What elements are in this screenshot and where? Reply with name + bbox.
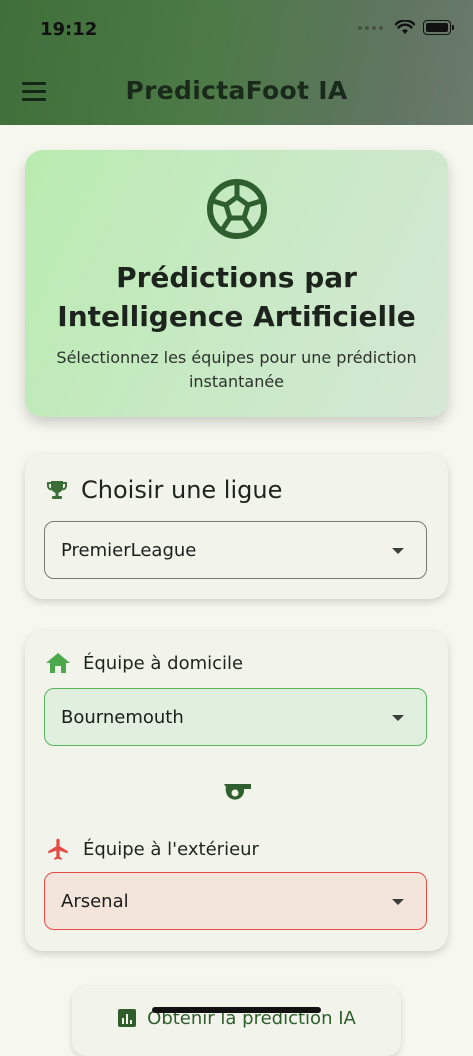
chevron-down-icon: [392, 715, 404, 721]
hero-card: Prédictions par Intelligence Artificiell…: [25, 150, 448, 417]
away-team-selected-value: Arsenal: [61, 890, 129, 912]
away-team-header: Équipe à l'extérieur: [45, 836, 259, 862]
league-select[interactable]: PremierLeague: [44, 521, 427, 579]
trophy-icon: [47, 481, 67, 499]
chevron-down-icon: [392, 899, 404, 905]
refresh-icon[interactable]: [427, 78, 453, 104]
away-team-label: Équipe à l'extérieur: [83, 838, 259, 860]
chart-icon: [118, 1009, 137, 1027]
home-team-selected-value: Bournemouth: [61, 706, 184, 728]
status-icons: [358, 20, 454, 35]
soccer-ball-icon: [207, 179, 267, 239]
airplane-icon: [48, 838, 68, 860]
home-team-label: Équipe à domicile: [83, 652, 244, 674]
teams-card: Équipe à domicile Bournemouth Équipe à l…: [25, 631, 448, 951]
hero-title-line2: Intelligence Artificielle: [57, 300, 416, 333]
chevron-down-icon: [392, 548, 404, 554]
signal-icon: [358, 25, 383, 30]
home-team-header: Équipe à domicile: [45, 652, 243, 674]
league-selected-value: PremierLeague: [61, 539, 197, 561]
home-indicator[interactable]: [152, 1007, 321, 1013]
whistle-icon: [224, 784, 251, 800]
league-header: Choisir une ligue: [45, 476, 282, 504]
away-team-select[interactable]: Arsenal: [44, 872, 427, 930]
status-time: 19:12: [40, 19, 98, 40]
app-title: PredictaFoot IA: [125, 76, 348, 105]
battery-icon: [423, 20, 454, 35]
predict-button[interactable]: Obtenir la prédiction IA: [72, 986, 401, 1056]
home-team-select[interactable]: Bournemouth: [44, 688, 427, 746]
wifi-icon: [395, 20, 415, 34]
league-title: Choisir une ligue: [81, 476, 283, 504]
hero-subtitle: Sélectionnez les équipes pour une prédic…: [56, 348, 417, 391]
app-bar: 19:12 PredictaFoot IA: [0, 0, 473, 125]
hero-title-line1: Prédictions par: [116, 261, 357, 294]
league-card: Choisir une ligue PremierLeague: [25, 454, 448, 599]
home-icon: [46, 653, 70, 673]
hero-title: Prédictions par Intelligence Artificiell…: [25, 258, 448, 336]
